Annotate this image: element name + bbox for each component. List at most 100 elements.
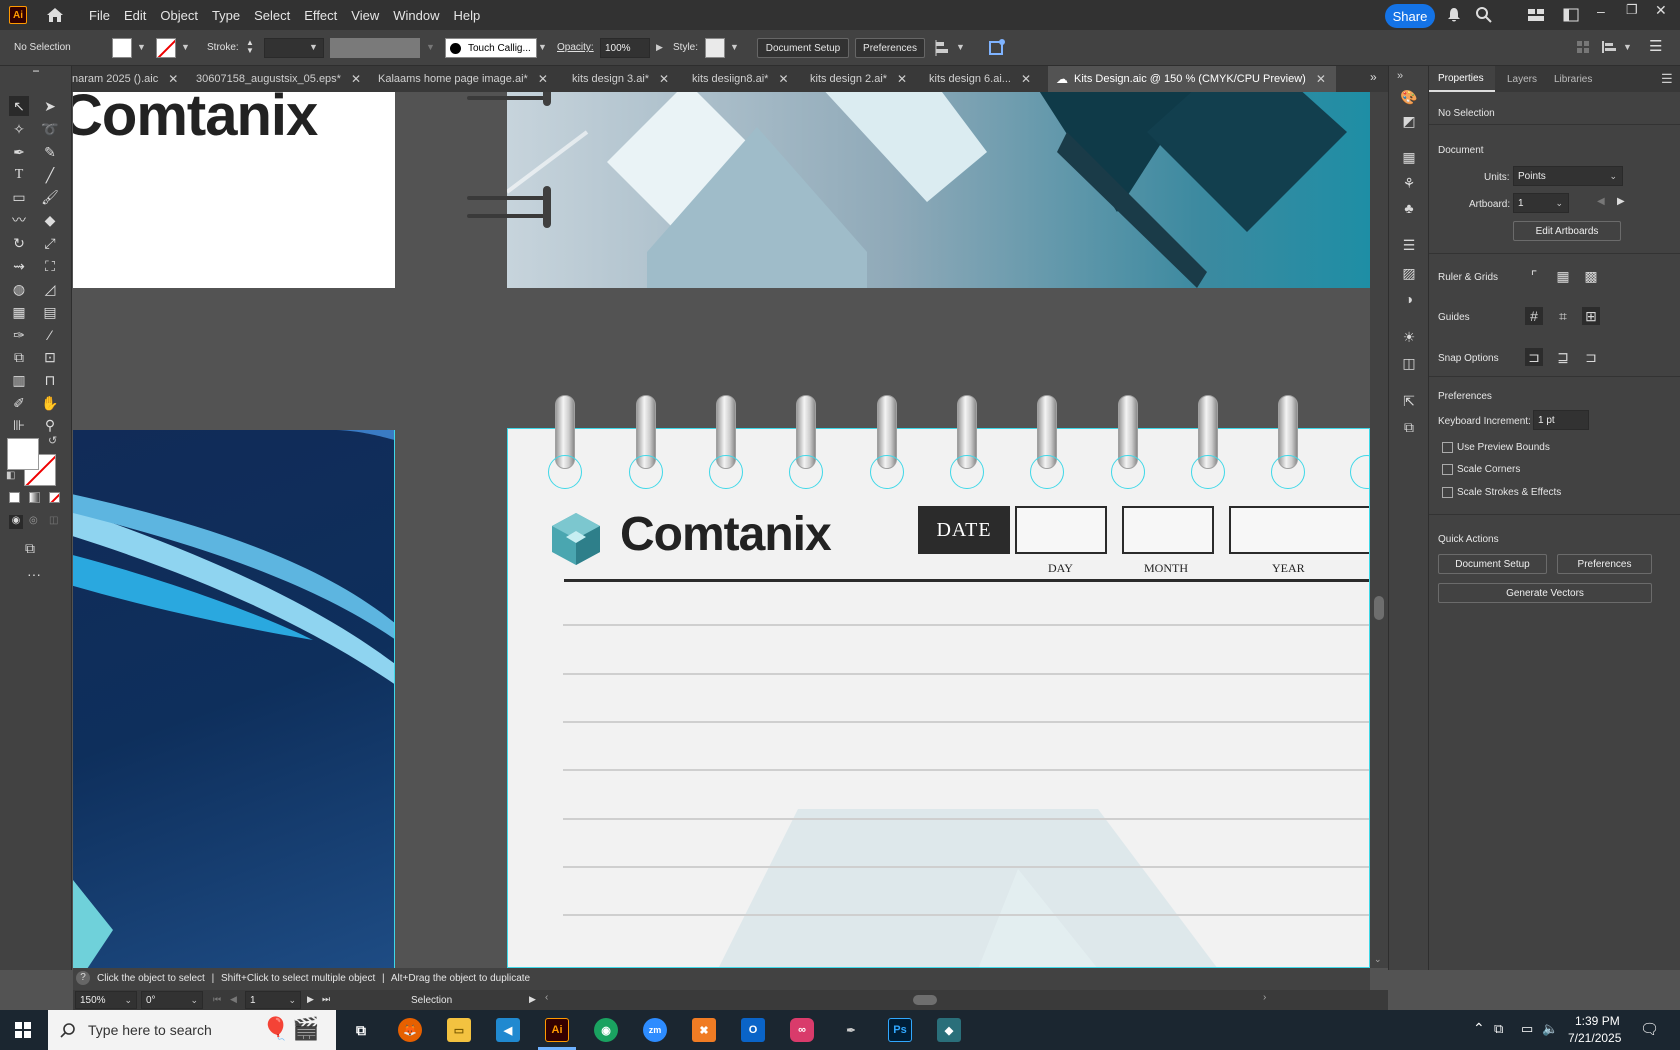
workspace-icon[interactable]	[1528, 8, 1544, 22]
previous-artboard-icon[interactable]: ◀	[230, 994, 237, 1005]
draw-behind-icon[interactable]: ◎	[29, 515, 38, 526]
tab-document[interactable]: kits design 2.ai* ✕	[810, 66, 914, 92]
menu-object[interactable]: Object	[160, 8, 198, 23]
eraser-icon[interactable]: ◆	[40, 210, 60, 230]
chevron-down-icon[interactable]: ▼	[730, 42, 739, 52]
home-icon[interactable]	[45, 6, 65, 24]
creative-cloud-icon[interactable]: ∞	[790, 1018, 814, 1042]
gradient-tool-icon[interactable]: ▤	[40, 302, 60, 322]
smart-guides-icon[interactable]: ⌗	[1554, 307, 1572, 325]
panel-menu-icon[interactable]: ☰	[1661, 71, 1673, 87]
tray-app-icon[interactable]: ⧉	[1494, 1021, 1503, 1037]
tray-expand-icon[interactable]: ⌃	[1473, 1020, 1485, 1037]
menu-view[interactable]: View	[351, 8, 379, 23]
volume-icon[interactable]: 🔈	[1542, 1021, 1558, 1037]
grid-icon[interactable]: ▦	[1554, 267, 1572, 285]
shaper-tool-icon[interactable]: 〰	[9, 210, 29, 230]
tab-document[interactable]: naram 2025 ().aic ✕	[72, 66, 180, 92]
tabs-overflow-icon[interactable]: »	[1370, 70, 1377, 84]
artboard-notebook-page[interactable]: Comtanix DATE DAY MONTH YEAR	[507, 428, 1370, 968]
file-explorer-icon[interactable]: ▭	[447, 1018, 471, 1042]
slice-tool-icon[interactable]: ✐	[9, 393, 29, 413]
color-mode-icon[interactable]	[9, 492, 20, 503]
scrollbar-thumb[interactable]	[1374, 596, 1384, 620]
month-field-box[interactable]	[1122, 506, 1214, 554]
generate-vectors-button[interactable]: Generate Vectors	[1438, 583, 1652, 603]
chevron-down-icon[interactable]: ▼	[956, 42, 965, 52]
document-setup-button[interactable]: Document Setup	[757, 38, 849, 58]
align-icon[interactable]	[935, 40, 951, 56]
pen-tool-icon[interactable]: ✒	[9, 142, 29, 162]
graphic-styles-icon[interactable]: ◫	[1400, 354, 1418, 372]
edit-artboards-button[interactable]: Edit Artboards	[1513, 221, 1621, 241]
menu-edit[interactable]: Edit	[124, 8, 146, 23]
close-icon[interactable]: ✕	[659, 72, 669, 86]
xampp-icon[interactable]: ✖	[692, 1018, 716, 1042]
search-icon[interactable]	[1475, 6, 1493, 24]
magic-wand-icon[interactable]: ✧	[9, 119, 29, 139]
vscode-icon[interactable]: ◀	[496, 1018, 520, 1042]
graphic-style-swatch[interactable]	[705, 38, 725, 58]
use-preview-bounds-checkbox[interactable]	[1442, 442, 1453, 453]
artboard-dropdown[interactable]: 1 ⌄	[1513, 193, 1569, 213]
snap-to-pixel-icon[interactable]: ⊒	[1554, 348, 1572, 366]
color-guide-icon[interactable]: 🎨	[1400, 88, 1418, 106]
artboards-panel-icon[interactable]: ⧉	[1400, 418, 1418, 436]
perspective-grid-icon[interactable]: ◿	[40, 279, 60, 299]
recolor-icon[interactable]	[988, 38, 1006, 56]
gradient-mode-icon[interactable]	[29, 492, 40, 503]
transform-icon[interactable]	[1576, 40, 1590, 54]
tab-libraries[interactable]: Libraries	[1550, 66, 1592, 92]
tab-document[interactable]: kits design 6.ai... ✕	[929, 66, 1041, 92]
last-artboard-icon[interactable]: ⏭	[322, 994, 330, 1005]
more-tools-icon[interactable]: ···	[27, 566, 41, 582]
task-view-icon[interactable]: ⧉	[349, 1018, 373, 1042]
snap-to-glyph-icon[interactable]: ⊐	[1582, 348, 1600, 366]
artboard-logo-card[interactable]: Comtanix	[73, 92, 395, 288]
year-field-box[interactable]	[1229, 506, 1369, 554]
artboard-nav-dropdown[interactable]: 1 ⌄	[245, 991, 301, 1009]
zoom-app-icon[interactable]: zm	[643, 1018, 667, 1042]
chevron-down-icon[interactable]: ▼	[137, 42, 146, 52]
pen-app-icon[interactable]: ✒	[839, 1018, 863, 1042]
symbol-sprayer-icon[interactable]: ⊡	[40, 347, 60, 367]
restore-icon[interactable]: ❐	[1626, 2, 1638, 18]
preferences-button[interactable]: Preferences	[855, 38, 925, 58]
tab-properties[interactable]: Properties	[1429, 66, 1495, 92]
tab-document[interactable]: 30607158_augustsix_05.eps* ✕	[196, 66, 368, 92]
lasso-icon[interactable]: ➰	[40, 119, 60, 139]
guides-icon[interactable]: #	[1525, 307, 1543, 325]
zoom-tool-icon[interactable]: ⚲	[40, 415, 60, 435]
column-graph-icon[interactable]: ▥	[9, 370, 29, 390]
close-icon[interactable]: ✕	[538, 72, 548, 86]
screen-mode-icon[interactable]: ⧉	[25, 540, 35, 557]
draw-normal-icon[interactable]: ◉	[9, 515, 23, 529]
stroke-swatch[interactable]	[156, 38, 176, 58]
network-icon[interactable]: ▭	[1521, 1021, 1533, 1037]
tab-document[interactable]: kits design 3.ai* ✕	[572, 66, 676, 92]
tab-document[interactable]: kits desiign8.ai* ✕	[692, 66, 796, 92]
scale-strokes-checkbox[interactable]	[1442, 487, 1453, 498]
mesh-tool-icon[interactable]: ▦	[9, 302, 29, 322]
appearance-icon[interactable]: ◩	[1400, 112, 1418, 130]
brushes-icon[interactable]: ⚘	[1400, 174, 1418, 192]
appearance-panel-icon[interactable]: ☀	[1400, 328, 1418, 346]
export-icon[interactable]: ⇱	[1400, 392, 1418, 410]
vertical-scrollbar[interactable]: ⌄	[1370, 92, 1388, 968]
collapse-panels-icon[interactable]: »	[1397, 70, 1403, 82]
swatches-icon[interactable]: ▦	[1400, 148, 1418, 166]
notifications-icon[interactable]: 🗨	[1640, 1020, 1659, 1038]
none-mode-icon[interactable]	[49, 492, 60, 503]
chevron-down-icon[interactable]: ▼	[426, 42, 435, 52]
outlook-icon[interactable]: O	[741, 1018, 765, 1042]
previous-artboard-icon[interactable]: ◀	[1597, 196, 1605, 207]
hand-tool-icon[interactable]: ✋	[40, 393, 60, 413]
tab-document[interactable]: Kalaams home page image.ai* ✕	[378, 66, 558, 92]
rotation-dropdown[interactable]: 0° ⌄	[141, 991, 203, 1009]
fill-color-box-front[interactable]	[7, 438, 39, 470]
close-icon[interactable]: ✕	[168, 72, 178, 86]
tab-layers[interactable]: Layers	[1503, 66, 1537, 92]
scale-tool-icon[interactable]: ⤢	[40, 233, 60, 253]
first-artboard-icon[interactable]: ⏮	[213, 994, 221, 1005]
chevron-right-icon[interactable]: ▶	[656, 42, 663, 53]
